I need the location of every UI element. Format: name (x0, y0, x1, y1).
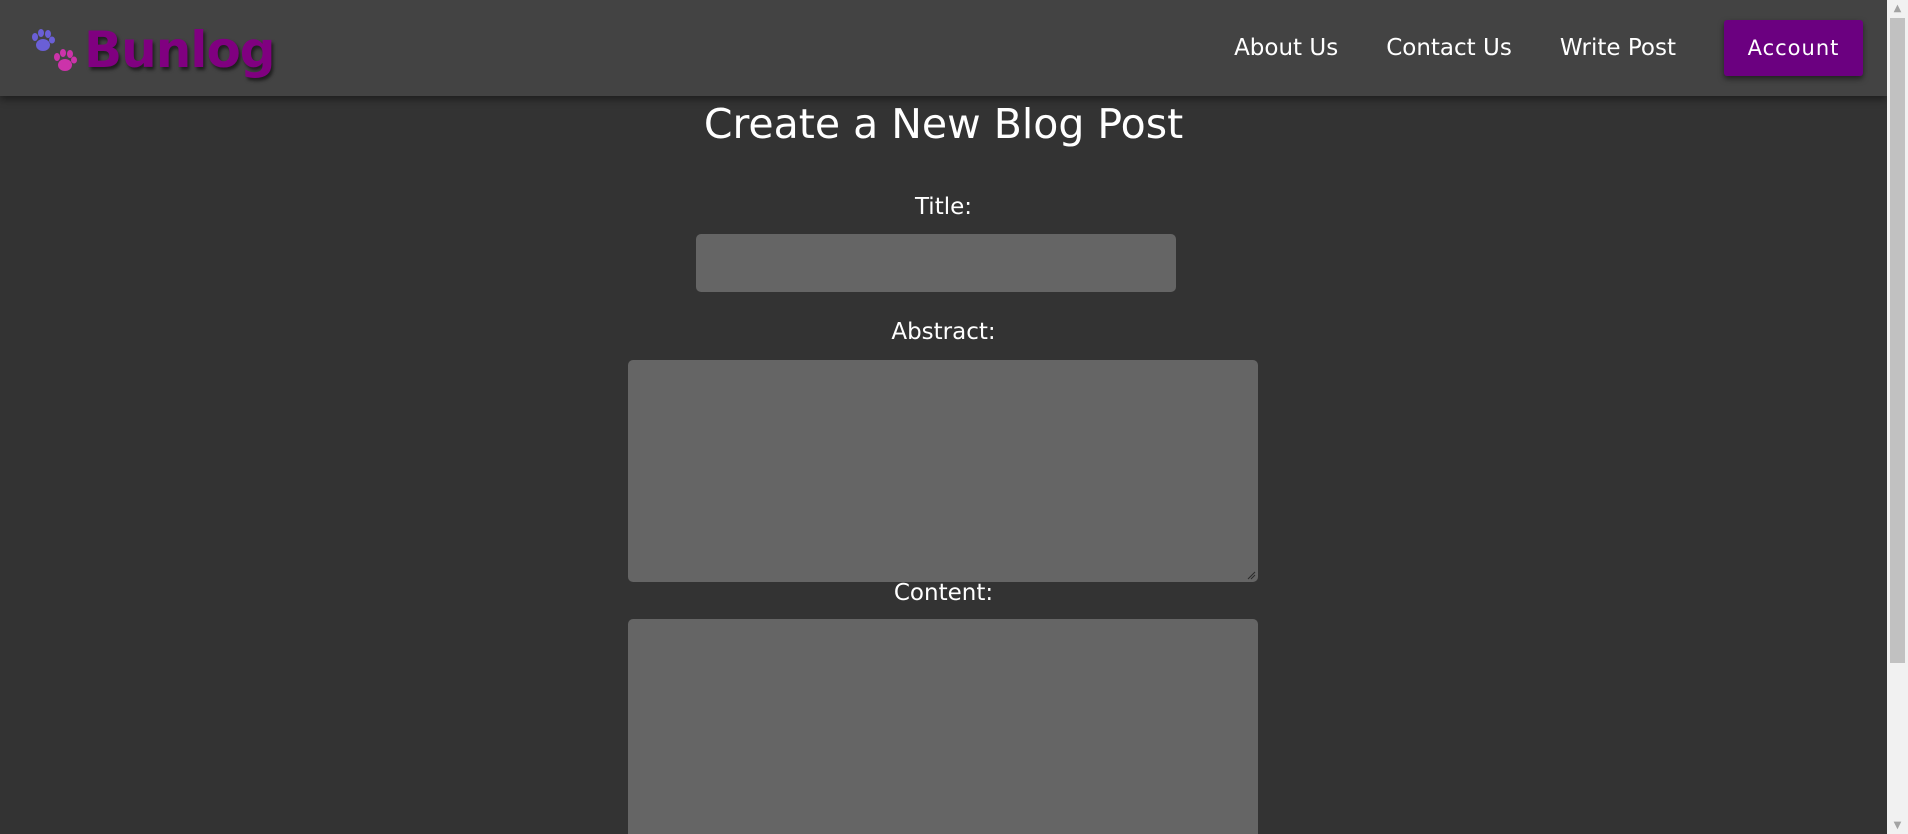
content-label: Content: (893, 580, 994, 606)
title-label: Title: (914, 194, 973, 220)
scroll-thumb[interactable] (1890, 18, 1905, 663)
nav-link-write-post[interactable]: Write Post (1560, 35, 1676, 61)
content-textarea[interactable] (628, 619, 1258, 834)
scroll-up-arrow[interactable]: ▲ (1887, 0, 1908, 17)
scroll-down-arrow[interactable]: ▼ (1887, 817, 1908, 834)
nav-link-contact-us[interactable]: Contact Us (1386, 35, 1512, 61)
abstract-textarea[interactable] (628, 360, 1258, 582)
page: Bunlog About Us Contact Us Write Post Ac… (0, 0, 1887, 834)
title-input[interactable] (696, 234, 1176, 292)
nav-link-about-us[interactable]: About Us (1234, 35, 1338, 61)
navbar: Bunlog About Us Contact Us Write Post Ac… (0, 0, 1887, 96)
logo[interactable]: Bunlog (30, 18, 276, 82)
page-title: Create a New Blog Post (703, 100, 1184, 148)
logo-text: Bunlog (84, 21, 276, 79)
nav-links: About Us Contact Us Write Post Account (1234, 20, 1863, 76)
resize-grip-icon[interactable] (1246, 570, 1256, 580)
abstract-label: Abstract: (891, 319, 996, 345)
account-button[interactable]: Account (1724, 20, 1863, 76)
vertical-scrollbar[interactable]: ▲ ▼ (1887, 0, 1908, 834)
paw-prints-icon (30, 25, 80, 75)
